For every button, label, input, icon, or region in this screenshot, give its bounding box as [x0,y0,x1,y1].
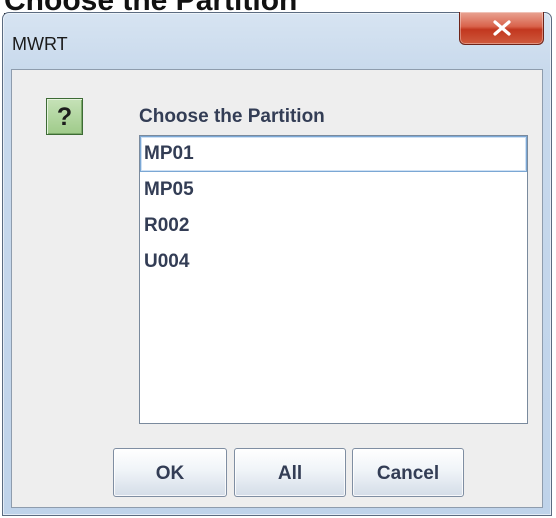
dialog-content: ? Choose the Partition MP01 MP05 R002 U0… [11,69,543,508]
ok-button[interactable]: OK [113,448,227,497]
question-icon: ? [46,98,83,135]
dialog-window: MWRT ? Choose the Partition MP01 MP05 R0… [2,12,552,516]
list-item-r002[interactable]: R002 [140,208,527,244]
window-title: MWRT [12,34,68,54]
list-item-u004[interactable]: U004 [140,244,527,280]
title-bar[interactable]: MWRT [3,12,551,69]
prompt-label: Choose the Partition [139,106,325,127]
cancel-button[interactable]: Cancel [352,448,464,497]
all-button[interactable]: All [234,448,346,497]
list-item-mp01[interactable]: MP01 [140,136,527,172]
close-button[interactable] [459,12,544,45]
close-x-icon [493,20,511,36]
partition-list[interactable]: MP01 MP05 R002 U004 [139,135,528,424]
question-mark-glyph: ? [56,103,73,131]
list-item-mp05[interactable]: MP05 [140,172,527,208]
